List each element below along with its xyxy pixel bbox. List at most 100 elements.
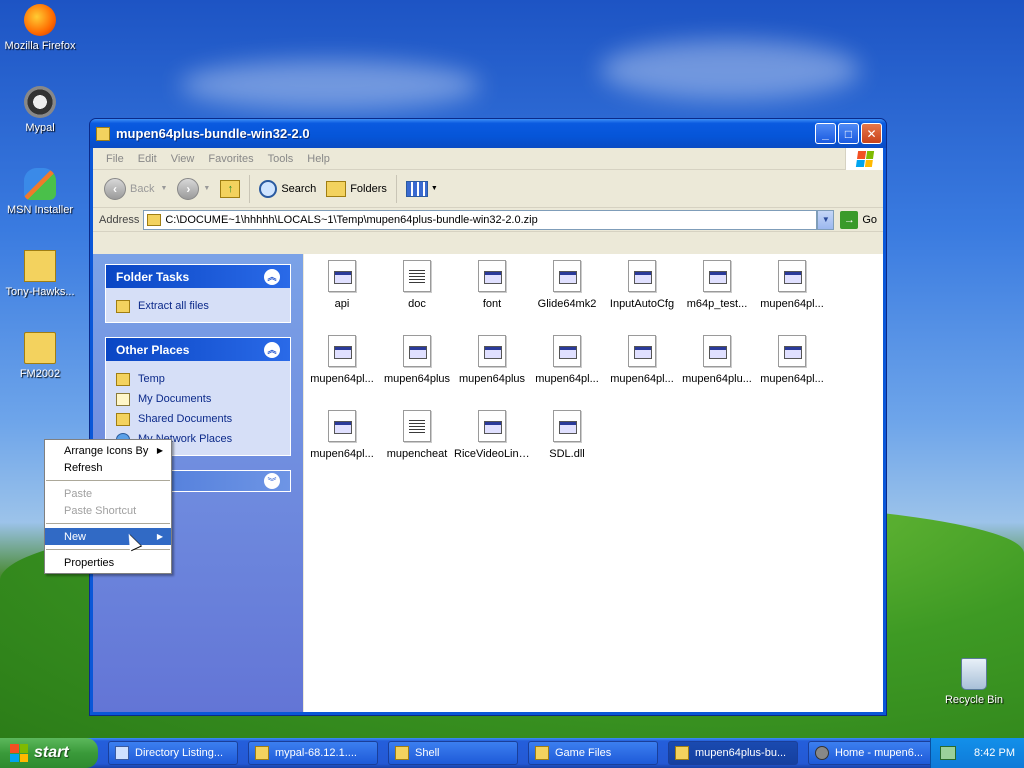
address-bar: Address C:\DOCUME~1\hhhhh\LOCALS~1\Temp\…	[93, 208, 883, 232]
taskbar-button-directory-listing[interactable]: Directory Listing...	[108, 741, 238, 765]
file-item[interactable]: InputAutoCfg	[604, 260, 680, 310]
file-item[interactable]: mupen64pl...	[754, 335, 830, 385]
maximize-button[interactable]: □	[838, 123, 859, 144]
place-shared-documents[interactable]: Shared Documents	[116, 409, 280, 429]
folder-icon	[116, 372, 130, 386]
firefox-desktop-icon[interactable]: Mozilla Firefox	[0, 4, 80, 52]
close-button[interactable]: ✕	[861, 123, 882, 144]
file-item[interactable]: font	[454, 260, 530, 310]
file-icon	[403, 410, 431, 442]
task-extract-all-files[interactable]: Extract all files	[116, 296, 280, 316]
place-temp[interactable]: Temp	[116, 369, 280, 389]
dropdown-arrow-icon: ▼	[430, 185, 438, 192]
folder-icon	[24, 332, 56, 364]
folders-button[interactable]: Folders	[321, 174, 392, 204]
title-bar[interactable]: mupen64plus-bundle-win32-2.0 _ □ ✕	[90, 119, 886, 148]
dropdown-arrow-icon: ▼	[203, 185, 211, 192]
menu-file[interactable]: File	[99, 153, 131, 165]
file-name: mupencheat	[386, 448, 448, 460]
minimize-button[interactable]: _	[815, 123, 836, 144]
taskbar-button-mupen64plus[interactable]: mupen64plus-bu...	[668, 741, 798, 765]
file-icon	[328, 410, 356, 442]
fm2002-desktop-icon[interactable]: FM2002	[0, 332, 80, 380]
dropdown-arrow-icon: ▼	[160, 185, 168, 192]
menu-properties[interactable]: Properties	[45, 554, 171, 571]
collapse-chevron-icon[interactable]: ︽	[264, 341, 280, 358]
taskbar-button-shell[interactable]: Shell	[388, 741, 518, 765]
menu-arrange-icons-by[interactable]: Arrange Icons By ▶	[45, 442, 171, 459]
folder-icon	[395, 746, 409, 760]
menu-paste: Paste	[64, 487, 93, 500]
start-button[interactable]: start	[0, 738, 98, 768]
clock[interactable]: 8:42 PM	[974, 747, 1015, 759]
forward-button[interactable]: › ▼	[172, 174, 215, 204]
zip-folder-icon	[255, 746, 269, 760]
file-name: RiceVideoLinux	[454, 448, 530, 460]
file-item[interactable]: mupen64plus	[379, 335, 455, 385]
taskbar-button-game-files[interactable]: Game Files	[528, 741, 658, 765]
menu-new[interactable]: New ▶	[45, 528, 171, 545]
file-icon	[703, 335, 731, 367]
file-item[interactable]: m64p_test...	[679, 260, 755, 310]
file-name: InputAutoCfg	[609, 298, 675, 310]
file-list: api doc font Glide64mk2 InputAutoCfg m64p_tes…	[304, 254, 883, 712]
file-item[interactable]: mupen64plus	[454, 335, 530, 385]
file-item[interactable]: mupen64pl...	[754, 260, 830, 310]
shared-folder-icon	[116, 412, 130, 426]
file-name: api	[334, 298, 350, 310]
file-item[interactable]: mupen64pl...	[529, 335, 605, 385]
address-input[interactable]: C:\DOCUME~1\hhhhh\LOCALS~1\Temp\mupen64p…	[143, 209, 818, 230]
file-item[interactable]: Glide64mk2	[529, 260, 605, 310]
file-item[interactable]: mupen64plu...	[679, 335, 755, 385]
file-item[interactable]: RiceVideoLinux	[454, 410, 530, 460]
firefox-icon	[24, 4, 56, 36]
file-item[interactable]: mupen64pl...	[304, 410, 380, 460]
recycle-bin-desktop-icon[interactable]: Recycle Bin	[934, 658, 1014, 706]
mypal-desktop-icon[interactable]: Mypal	[0, 86, 80, 134]
raccoon-icon	[24, 86, 56, 118]
file-item[interactable]: mupen64pl...	[304, 335, 380, 385]
menu-tools[interactable]: Tools	[261, 153, 301, 165]
file-item[interactable]: SDL.dll	[529, 410, 605, 460]
expand-chevron-icon[interactable]: ︾	[264, 473, 280, 489]
toolbar: ‹ Back ▼ › ▼ ↑ Search Folders ▼	[93, 170, 883, 208]
recycle-bin-icon	[961, 658, 987, 690]
search-button[interactable]: Search	[254, 174, 321, 204]
other-places-header[interactable]: Other Places ︽	[106, 338, 290, 361]
file-icon	[553, 260, 581, 292]
file-icon	[403, 335, 431, 367]
collapse-chevron-icon[interactable]: ︽	[264, 268, 280, 285]
network-tray-icon[interactable]	[940, 746, 956, 760]
window-icon	[115, 746, 129, 760]
menu-refresh[interactable]: Refresh	[45, 459, 171, 476]
folder-tasks-header[interactable]: Folder Tasks ︽	[106, 265, 290, 288]
taskbar-button-home-mupen[interactable]: Home - mupen6...	[808, 741, 938, 765]
msn-installer-desktop-icon[interactable]: MSN Installer	[0, 168, 80, 216]
menu-help[interactable]: Help	[300, 153, 337, 165]
up-folder-icon: ↑	[220, 179, 241, 198]
file-icon	[628, 335, 656, 367]
tony-hawks-desktop-icon[interactable]: Tony-Hawks...	[0, 250, 80, 298]
file-name: mupen64pl...	[310, 448, 374, 460]
file-name: doc	[408, 298, 426, 310]
back-button[interactable]: ‹ Back ▼	[99, 174, 172, 204]
file-item[interactable]: doc	[379, 260, 455, 310]
taskbar-button-mypal[interactable]: mypal-68.12.1....	[248, 741, 378, 765]
file-item[interactable]: api	[304, 260, 380, 310]
menu-favorites[interactable]: Favorites	[201, 153, 260, 165]
address-dropdown-button[interactable]: ▼	[817, 209, 835, 230]
file-name: Glide64mk2	[537, 298, 597, 310]
menu-view[interactable]: View	[164, 153, 202, 165]
file-item[interactable]: mupencheat	[379, 410, 455, 460]
go-button[interactable]: → Go	[834, 210, 883, 229]
file-name: mupen64pl...	[310, 373, 374, 385]
file-icon	[553, 410, 581, 442]
views-button[interactable]: ▼	[401, 174, 443, 204]
menu-edit[interactable]: Edit	[131, 153, 164, 165]
place-my-documents[interactable]: My Documents	[116, 389, 280, 409]
file-item[interactable]: mupen64pl...	[604, 335, 680, 385]
forward-arrow-icon: ›	[177, 177, 200, 200]
window-title: mupen64plus-bundle-win32-2.0	[116, 126, 310, 141]
menu-paste-shortcut: Paste Shortcut	[64, 504, 137, 517]
up-button[interactable]: ↑	[215, 174, 245, 204]
